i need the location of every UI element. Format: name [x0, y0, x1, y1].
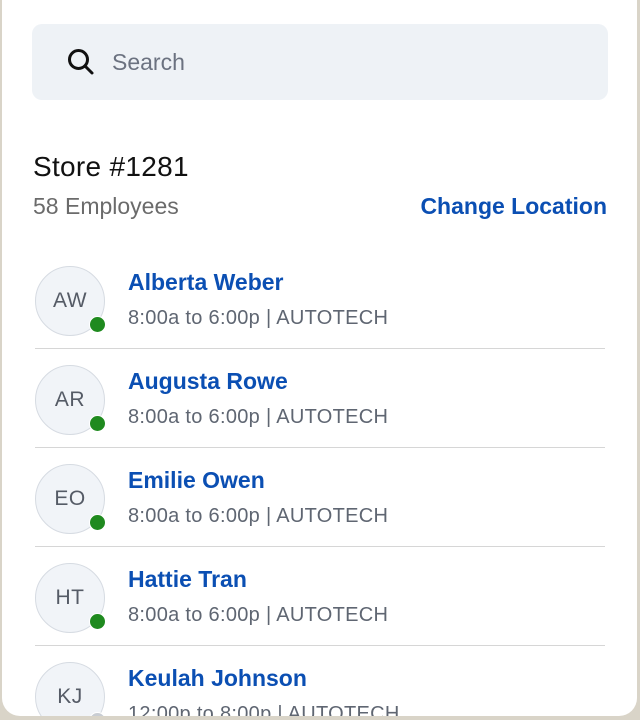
employee-shift: 8:00a to 6:00p | AUTOTECH [128, 406, 389, 428]
employee-name[interactable]: Augusta Rowe [128, 368, 288, 395]
list-item[interactable]: AW Alberta Weber 8:00a to 6:00p | AUTOTE… [35, 250, 605, 349]
list-item[interactable]: EO Emilie Owen 8:00a to 6:00p | AUTOTECH [35, 448, 605, 547]
employee-name[interactable]: Hattie Tran [128, 566, 247, 593]
search-icon [68, 49, 94, 75]
change-location-link[interactable]: Change Location [420, 193, 607, 220]
employee-count: 58 Employees [33, 193, 179, 219]
employee-shift: 8:00a to 6:00p | AUTOTECH [128, 505, 389, 527]
list-item[interactable]: AR Augusta Rowe 8:00a to 6:00p | AUTOTEC… [35, 349, 605, 448]
list-item[interactable]: HT Hattie Tran 8:00a to 6:00p | AUTOTECH [35, 547, 605, 646]
employee-shift: 8:00a to 6:00p | AUTOTECH [128, 604, 389, 626]
list-item[interactable]: KJ Keulah Johnson 12:00p to 8:00p | AUTO… [35, 646, 605, 716]
employee-name[interactable]: Alberta Weber [128, 269, 284, 296]
status-dot [89, 613, 106, 630]
status-dot [89, 514, 106, 531]
employee-shift: 12:00p to 8:00p | AUTOTECH [128, 703, 400, 716]
avatar: KJ [35, 662, 105, 716]
search-input[interactable] [110, 47, 574, 77]
employee-panel: Store #1281 58 Employees Change Location… [2, 0, 637, 716]
employee-name[interactable]: Keulah Johnson [128, 665, 307, 692]
search-bar[interactable] [32, 24, 608, 100]
status-dot [89, 415, 106, 432]
employee-shift: 8:00a to 6:00p | AUTOTECH [128, 307, 389, 329]
employee-list: AW Alberta Weber 8:00a to 6:00p | AUTOTE… [2, 250, 637, 716]
status-dot [89, 712, 106, 716]
store-title: Store #1281 [33, 151, 189, 182]
employee-name[interactable]: Emilie Owen [128, 467, 265, 494]
status-dot [89, 316, 106, 333]
